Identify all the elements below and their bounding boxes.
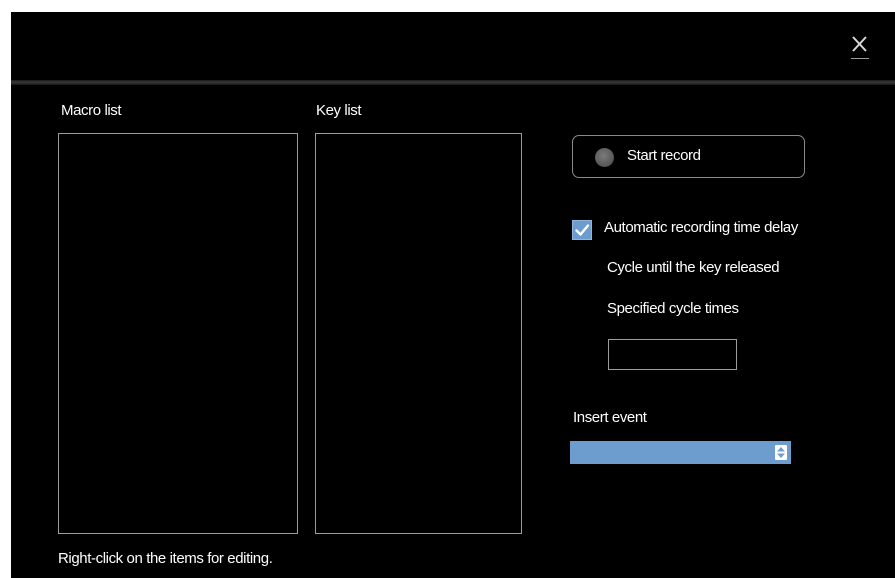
close-underline [851,58,869,59]
macro-editor-dialog: Macro list Key list Start record Automat… [11,12,895,578]
key-list-label: Key list [316,102,362,119]
macro-list-label: Macro list [61,102,122,119]
insert-event-label: Insert event [573,409,647,426]
start-record-label: Start record [627,147,701,164]
footer-hint: Right-click on the items for editing. [58,550,273,567]
cycle-until-release-option[interactable]: Cycle until the key released [607,259,780,276]
up-down-arrows-icon [775,445,787,460]
key-list-box[interactable] [315,133,522,534]
record-dot-icon [595,148,614,167]
cycle-times-input[interactable] [608,339,737,370]
start-record-button[interactable]: Start record [572,135,805,178]
auto-delay-checkbox[interactable] [572,220,592,240]
close-icon[interactable] [847,32,873,56]
specified-cycle-option[interactable]: Specified cycle times [607,300,739,317]
auto-delay-label[interactable]: Automatic recording time delay [604,219,798,236]
title-bar [11,12,895,80]
checkmark-icon [575,224,590,236]
title-divider [11,80,895,85]
macro-list-box[interactable] [58,133,298,534]
insert-event-select[interactable] [570,441,791,464]
close-button[interactable] [847,32,873,60]
